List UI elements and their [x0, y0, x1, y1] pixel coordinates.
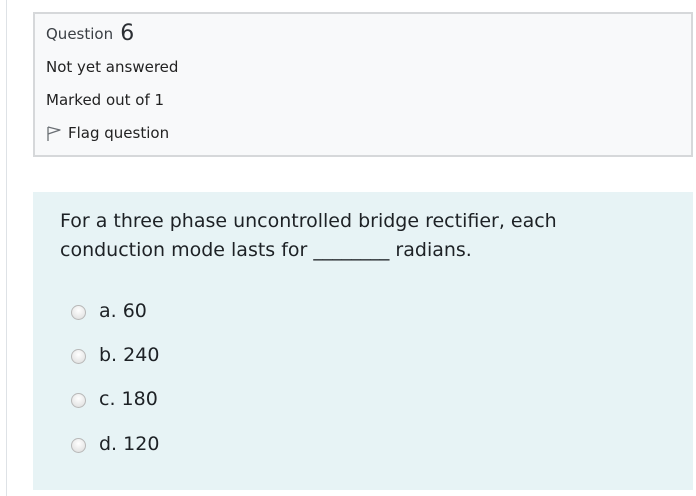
question-number: 6	[120, 21, 135, 46]
question-text: For a three phase uncontrolled bridge re…	[60, 210, 557, 261]
question-grade: Marked out of 1	[46, 91, 165, 109]
answer-option-a[interactable]: a. 60	[71, 298, 147, 324]
answer-option-b-label: b. 240	[99, 344, 160, 366]
page-left-border	[6, 0, 7, 496]
answer-option-a-label: a. 60	[99, 300, 147, 322]
flag-icon	[46, 124, 62, 142]
radio-button-d[interactable]	[71, 438, 86, 453]
flag-question-link[interactable]: Flag question	[46, 124, 169, 142]
flag-question-label: Flag question	[68, 124, 170, 142]
question-state: Not yet answered	[46, 58, 179, 76]
answer-option-d-label: d. 120	[99, 433, 160, 455]
answer-option-d[interactable]: d. 120	[71, 431, 159, 457]
answer-option-b[interactable]: b. 240	[71, 342, 159, 368]
answer-option-c-label: c. 180	[99, 388, 158, 410]
radio-button-c[interactable]	[71, 393, 86, 408]
question-label: Question	[46, 25, 114, 43]
question-info-panel: Question 6 Not yet answered Marked out o…	[33, 12, 693, 157]
radio-button-a[interactable]	[71, 305, 86, 320]
question-content: For a three phase uncontrolled bridge re…	[33, 192, 693, 490]
question-heading: Question 6	[46, 21, 134, 46]
radio-button-b[interactable]	[71, 349, 86, 364]
answer-option-c[interactable]: c. 180	[71, 386, 158, 412]
